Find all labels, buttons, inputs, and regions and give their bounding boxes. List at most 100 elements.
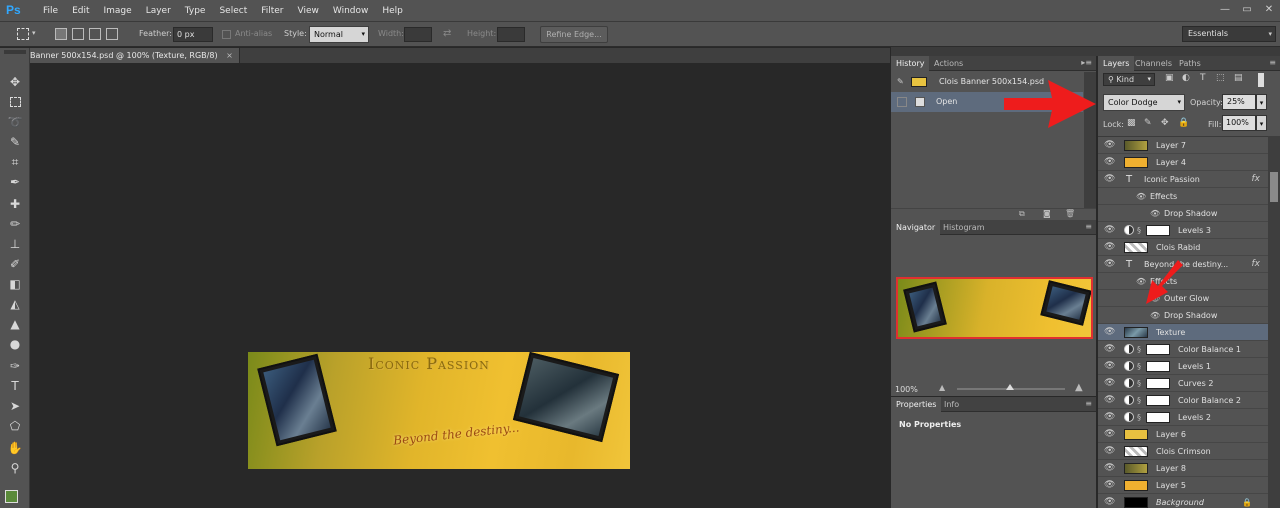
close-icon[interactable]: × [226,51,233,60]
menu-layer[interactable]: Layer [139,0,178,22]
eye-icon[interactable]: 👁 [1104,324,1115,341]
eye-icon[interactable]: 👁 [1104,392,1115,409]
tab-actions[interactable]: Actions [929,56,968,71]
menu-file[interactable]: File [36,0,65,22]
layer-filter-kind[interactable]: ⚲ Kind ▾ [1103,73,1155,86]
quick-select-tool-icon[interactable]: ✎ [7,134,23,150]
layer-row[interactable]: 👁 § Levels 1 [1098,358,1268,375]
navigator-preview[interactable] [896,277,1093,339]
hand-tool-icon[interactable]: ✋ [7,440,23,456]
document-tab[interactable]: Banner 500x154.psd @ 100% (Texture, RGB/… [30,48,240,63]
layer-row[interactable]: 👁 § Color Balance 2 [1098,392,1268,409]
eraser-tool-icon[interactable]: ◧ [7,276,23,292]
eye-icon[interactable]: 👁 [1104,477,1115,494]
lock-position-icon[interactable]: ✥ [1161,118,1169,128]
shape-tool-icon[interactable]: ⬠ [7,418,23,434]
layer-row-selected[interactable]: 👁 Texture [1098,324,1268,341]
panel-menu-icon[interactable]: ≡ [1085,222,1092,231]
fx-icon[interactable]: fx [1252,171,1261,188]
layer-row[interactable]: 👁 Layer 5 [1098,477,1268,494]
toolbar-grip[interactable] [4,50,26,54]
panel-menu-icon[interactable]: ≡ [1269,58,1276,67]
menu-image[interactable]: Image [97,0,139,22]
crop-tool-icon[interactable]: ⌗ [7,154,23,170]
chevron-down-icon[interactable]: ▾ [32,29,36,37]
zoom-slider-thumb[interactable] [1006,384,1014,390]
history-brush-icon[interactable]: ✎ [897,72,904,92]
style-select[interactable]: Normal ▾ [309,26,369,43]
tab-histogram[interactable]: Histogram [938,220,990,235]
layer-row[interactable]: 👁 Clois Rabid [1098,239,1268,256]
lock-transparent-icon[interactable]: ▩ [1127,118,1136,128]
eye-icon[interactable]: 👁 [1150,307,1160,324]
new-selection-icon[interactable] [55,28,67,40]
feather-input[interactable]: 0 px [173,27,213,42]
zoom-tool-icon[interactable]: ⚲ [7,460,23,476]
layer-row[interactable]: 👁 Background 🔒 [1098,494,1268,508]
scrollbar-thumb[interactable] [1270,172,1278,202]
add-selection-icon[interactable] [72,28,84,40]
minimize-button[interactable]: — [1214,0,1236,22]
eye-icon[interactable]: 👁 [1104,239,1115,256]
layer-row[interactable]: 👁 T Iconic Passion fx [1098,171,1268,188]
eye-icon[interactable]: 👁 [1136,188,1146,205]
eye-icon[interactable]: 👁 [1104,494,1115,508]
eye-icon[interactable]: 👁 [1104,358,1115,375]
tab-paths[interactable]: Paths [1174,56,1206,71]
type-tool-icon[interactable]: T [7,378,23,394]
zoom-out-icon[interactable]: ▲ [939,383,945,392]
pen-tool-icon[interactable]: ✑ [7,358,23,374]
layer-row[interactable]: 👁 Layer 7 [1098,137,1268,154]
eye-icon[interactable]: 👁 [1104,154,1115,171]
panel-menu-icon[interactable]: ▸≡ [1081,58,1092,67]
menu-filter[interactable]: Filter [254,0,290,22]
eye-icon[interactable]: 👁 [1104,443,1115,460]
chevron-down-icon[interactable]: ▾ [1256,115,1267,131]
menu-edit[interactable]: Edit [65,0,96,22]
maximize-button[interactable]: ▭ [1236,0,1258,22]
eye-icon[interactable]: 👁 [1104,426,1115,443]
layer-row[interactable]: 👁 § Color Balance 1 [1098,341,1268,358]
eye-icon[interactable]: 👁 [1150,205,1160,222]
filter-type-icon[interactable]: T [1200,73,1206,83]
layer-row[interactable]: 👁 Clois Crimson [1098,443,1268,460]
path-select-tool-icon[interactable]: ➤ [7,398,23,414]
intersect-selection-icon[interactable] [106,28,118,40]
eye-icon[interactable]: 👁 [1104,460,1115,477]
filter-smart-object-icon[interactable]: ▤ [1234,73,1243,83]
width-input[interactable] [404,27,432,42]
layer-row[interactable]: 👁 § Levels 2 [1098,409,1268,426]
height-input[interactable] [497,27,525,42]
move-tool-icon[interactable]: ✥ [7,74,23,90]
tab-info[interactable]: Info [939,397,964,412]
dodge-tool-icon[interactable]: ● [7,336,23,352]
lasso-tool-icon[interactable]: ➰ [7,114,23,130]
layer-row[interactable]: 👁 § Curves 2 [1098,375,1268,392]
healing-brush-tool-icon[interactable]: ✚ [7,196,23,212]
eye-icon[interactable]: 👁 [1104,137,1115,154]
menu-type[interactable]: Type [178,0,213,22]
layer-row[interactable]: 👁 § Levels 3 [1098,222,1268,239]
history-source-box[interactable] [897,97,907,107]
blur-tool-icon[interactable]: ▲ [7,316,23,332]
filter-shape-icon[interactable]: ⬚ [1216,73,1225,83]
opacity-input[interactable]: 25% [1222,94,1256,110]
trash-icon[interactable]: 🗑 [1065,209,1075,218]
layer-effects-row[interactable]: 👁 Effects [1098,188,1268,205]
tab-properties[interactable]: Properties [891,397,942,412]
eyedropper-tool-icon[interactable]: ✒ [7,174,23,190]
panel-menu-icon[interactable]: ≡ [1085,399,1092,408]
fill-input[interactable]: 100% [1222,115,1256,131]
layer-row[interactable]: 👁 Layer 4 [1098,154,1268,171]
workspace-select[interactable]: Essentials ▾ [1182,26,1276,42]
close-window-button[interactable]: ✕ [1258,0,1280,22]
menu-window[interactable]: Window [326,0,376,22]
layer-effect-row[interactable]: 👁 Drop Shadow [1098,205,1268,222]
eye-icon[interactable]: 👁 [1104,409,1115,426]
fx-icon[interactable]: fx [1252,256,1261,273]
history-brush-tool-icon[interactable]: ✐ [7,256,23,272]
menu-help[interactable]: Help [375,0,410,22]
zoom-level[interactable]: 100% [895,385,918,394]
layer-row[interactable]: 👁 Layer 8 [1098,460,1268,477]
tab-layers[interactable]: Layers [1098,56,1135,71]
